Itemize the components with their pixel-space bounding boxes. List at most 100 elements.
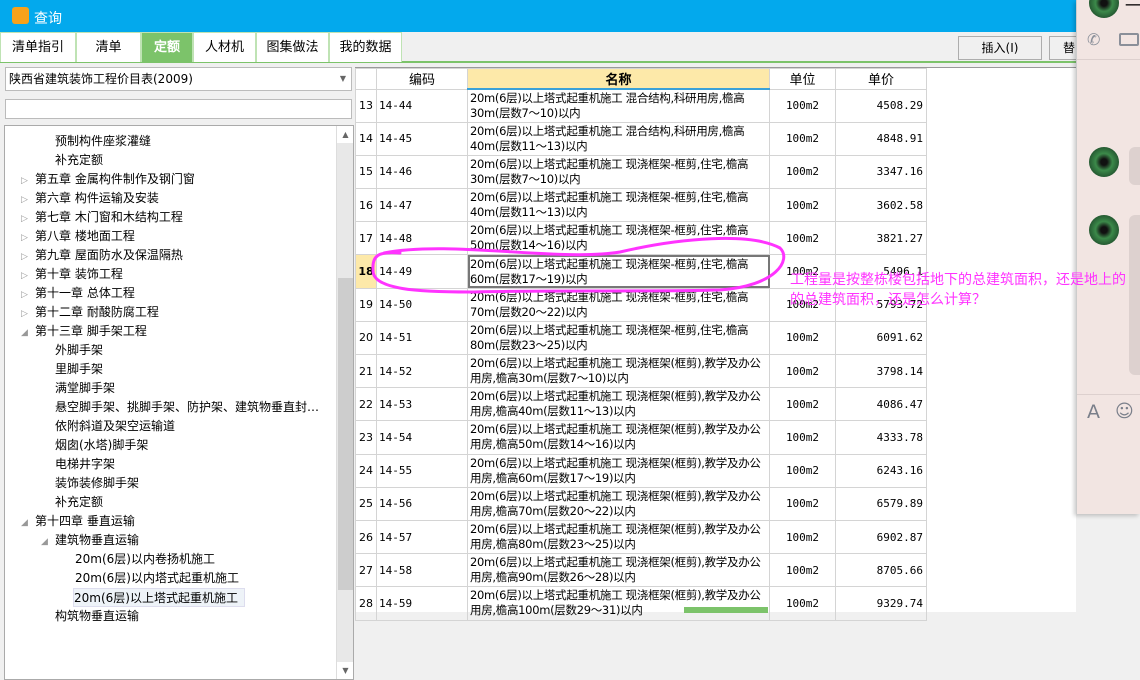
cell-unit[interactable]: 100m2 — [769, 221, 836, 256]
cell-code[interactable]: 14-44 — [376, 88, 468, 123]
tree-item[interactable]: 20m(6层)以内卷扬机施工 — [75, 550, 215, 569]
cell-num[interactable]: 25 — [355, 486, 377, 521]
tab-list-guide[interactable]: 清单指引 — [0, 32, 76, 62]
table-row[interactable]: 25 14-56 20m(6层)以上塔式起重机施工 现浇框架(框剪),教学及办公用房… — [355, 486, 927, 521]
scroll-down-icon[interactable]: ▼ — [337, 662, 353, 679]
cell-name[interactable]: 20m(6层)以上塔式起重机施工 现浇框架(框剪),教学及办公用房,檐高50m(… — [467, 420, 770, 455]
tree-item[interactable]: 20m(6层)以内塔式起重机施工 — [75, 569, 239, 588]
table-row[interactable]: 14 14-45 20m(6层)以上塔式起重机施工 混合结构,科研用房,檐高40m(… — [355, 121, 927, 156]
phone-icon[interactable]: ✆ — [1087, 30, 1100, 49]
cell-name[interactable]: 20m(6层)以上塔式起重机施工 现浇框架-框剪,住宅,檐高80m(层数23～2… — [467, 320, 770, 356]
cell-name[interactable]: 20m(6层)以上塔式起重机施工 现浇框架(框剪),教学及办公用房,檐高90m(… — [467, 553, 770, 588]
expanded-arrow-icon[interactable]: ◢ — [21, 514, 35, 533]
table-row[interactable]: 28 14-59 20m(6层)以上塔式起重机施工 现浇框架(框剪),教学及办公用房… — [355, 586, 927, 621]
expanded-arrow-icon[interactable]: ◢ — [21, 324, 35, 343]
emoji-icon[interactable]: ☺ — [1115, 401, 1134, 422]
font-icon[interactable]: A — [1087, 401, 1100, 423]
cell-name[interactable]: 20m(6层)以上塔式起重机施工 现浇框架(框剪),教学及办公用房,檐高100m… — [467, 586, 770, 621]
tab-my-data[interactable]: 我的数据 — [329, 32, 402, 62]
cell-name[interactable]: 20m(6层)以上塔式起重机施工 现浇框架(框剪),教学及办公用房,檐高70m(… — [467, 486, 770, 521]
cell-unit[interactable]: 100m2 — [769, 387, 836, 422]
tree-item[interactable]: ▷ 第十一章 总体工程 — [21, 284, 135, 303]
tree-item[interactable]: 补充定额 — [55, 493, 103, 512]
cell-name[interactable]: 20m(6层)以上塔式起重机施工 现浇框架(框剪),教学及办公用房,檐高40m(… — [467, 387, 770, 422]
cell-unit[interactable]: 100m2 — [769, 188, 836, 223]
cell-code[interactable]: 14-45 — [376, 121, 468, 156]
cell-name[interactable]: 20m(6层)以上塔式起重机施工 混合结构,科研用房,檐高40m(层数11～13… — [467, 121, 770, 156]
cell-price[interactable]: 9329.74 — [835, 586, 927, 621]
cell-code[interactable]: 14-49 — [376, 254, 468, 289]
table-row[interactable]: 15 14-46 20m(6层)以上塔式起重机施工 现浇框架-框剪,住宅,檐高30m… — [355, 154, 927, 190]
table-row[interactable]: 17 14-48 20m(6层)以上塔式起重机施工 现浇框架-框剪,住宅,檐高50m… — [355, 221, 927, 256]
cell-unit[interactable]: 100m2 — [769, 486, 836, 521]
cell-num[interactable]: 21 — [355, 353, 377, 389]
cell-name[interactable]: 20m(6层)以上塔式起重机施工 现浇框架(框剪),教学及办公用房,檐高80m(… — [467, 519, 770, 555]
tree-item[interactable]: 补充定额 — [55, 151, 103, 170]
cell-unit[interactable]: 100m2 — [769, 353, 836, 389]
cell-code[interactable]: 14-53 — [376, 387, 468, 422]
tree-item[interactable]: 预制构件座浆灌缝 — [55, 132, 151, 151]
tree-item[interactable]: ◢ 第十三章 脚手架工程 — [21, 322, 147, 341]
cell-unit[interactable]: 100m2 — [769, 88, 836, 123]
table-row[interactable]: 27 14-58 20m(6层)以上塔式起重机施工 现浇框架(框剪),教学及办公用房… — [355, 553, 927, 588]
header-code[interactable]: 编码 — [376, 68, 468, 90]
tree-item[interactable]: ▷ 第七章 木门窗和木结构工程 — [21, 208, 183, 227]
cell-code[interactable]: 14-52 — [376, 353, 468, 389]
cell-price[interactable]: 8705.66 — [835, 553, 927, 588]
tree-item[interactable]: 构筑物垂直运输 — [55, 607, 139, 626]
cell-name[interactable]: 20m(6层)以上塔式起重机施工 现浇框架(框剪),教学及办公用房,檐高60m(… — [467, 453, 770, 488]
tab-materials[interactable]: 人材机 — [193, 32, 256, 62]
cell-num[interactable]: 26 — [355, 519, 377, 555]
cell-num[interactable]: 27 — [355, 553, 377, 588]
tab-atlas[interactable]: 图集做法 — [256, 32, 329, 62]
cell-unit[interactable]: 100m2 — [769, 420, 836, 455]
cell-num[interactable]: 22 — [355, 387, 377, 422]
cell-num[interactable]: 28 — [355, 586, 377, 621]
header-name[interactable]: 名称 — [467, 68, 770, 90]
header-price[interactable]: 单价 — [835, 68, 927, 90]
cell-code[interactable]: 14-51 — [376, 320, 468, 356]
panel-expand-handle[interactable] — [684, 607, 768, 613]
cell-unit[interactable]: 100m2 — [769, 154, 836, 190]
cell-name[interactable]: 20m(6层)以上塔式起重机施工 现浇框架(框剪),教学及办公用房,檐高30m(… — [467, 353, 770, 389]
cell-price[interactable]: 3798.14 — [835, 353, 927, 389]
cell-num[interactable]: 24 — [355, 453, 377, 488]
table-row[interactable]: 20 14-51 20m(6层)以上塔式起重机施工 现浇框架-框剪,住宅,檐高80m… — [355, 320, 927, 356]
tree-item[interactable]: 电梯井字架 — [55, 455, 115, 474]
header-unit[interactable]: 单位 — [769, 68, 836, 90]
cell-unit[interactable]: 100m2 — [769, 320, 836, 356]
cell-num[interactable]: 13 — [355, 88, 377, 123]
cell-unit[interactable]: 100m2 — [769, 553, 836, 588]
cell-price[interactable]: 6579.89 — [835, 486, 927, 521]
cell-code[interactable]: 14-46 — [376, 154, 468, 190]
tree-item[interactable]: ▷ 第九章 屋面防水及保温隔热 — [21, 246, 183, 265]
table-row[interactable]: 21 14-52 20m(6层)以上塔式起重机施工 现浇框架(框剪),教学及办公用房… — [355, 353, 927, 389]
tree-item[interactable]: 悬空脚手架、挑脚手架、防护架、建筑物垂直封… — [55, 398, 319, 417]
table-row[interactable]: 13 14-44 20m(6层)以上塔式起重机施工 混合结构,科研用房,檐高30m(… — [355, 88, 927, 123]
cell-num[interactable]: 18 — [355, 254, 377, 289]
tab-list[interactable]: 清单 — [76, 32, 141, 62]
tree-item[interactable]: ▷ 第六章 构件运输及安装 — [21, 189, 159, 208]
cell-price[interactable]: 4848.91 — [835, 121, 927, 156]
tree-item[interactable]: 里脚手架 — [55, 360, 103, 379]
tree-item[interactable]: 依附斜道及架空运输道 — [55, 417, 175, 436]
cell-price[interactable]: 6243.16 — [835, 453, 927, 488]
cell-num[interactable]: 16 — [355, 188, 377, 223]
cell-num[interactable]: 14 — [355, 121, 377, 156]
table-row[interactable]: 22 14-53 20m(6层)以上塔式起重机施工 现浇框架(框剪),教学及办公用房… — [355, 387, 927, 422]
cell-price[interactable]: 4508.29 — [835, 88, 927, 123]
search-input[interactable] — [5, 99, 352, 119]
cell-unit[interactable]: 100m2 — [769, 121, 836, 156]
cell-num[interactable]: 20 — [355, 320, 377, 356]
cell-name[interactable]: 20m(6层)以上塔式起重机施工 现浇框架-框剪,住宅,檐高70m(层数20～2… — [467, 287, 770, 322]
cell-code[interactable]: 14-54 — [376, 420, 468, 455]
cell-code[interactable]: 14-57 — [376, 519, 468, 555]
cell-price[interactable]: 6902.87 — [835, 519, 927, 555]
cell-name[interactable]: 20m(6层)以上塔式起重机施工 现浇框架-框剪,住宅,檐高40m(层数11～1… — [467, 188, 770, 223]
insert-button[interactable]: 插入(I) — [958, 36, 1042, 60]
cell-num[interactable]: 17 — [355, 221, 377, 256]
table-row[interactable]: 23 14-54 20m(6层)以上塔式起重机施工 现浇框架(框剪),教学及办公用房… — [355, 420, 927, 455]
tree-item[interactable]: 外脚手架 — [55, 341, 103, 360]
cell-num[interactable]: 23 — [355, 420, 377, 455]
cell-name[interactable]: 20m(6层)以上塔式起重机施工 现浇框架-框剪,住宅,檐高30m(层数7～10… — [467, 154, 770, 190]
